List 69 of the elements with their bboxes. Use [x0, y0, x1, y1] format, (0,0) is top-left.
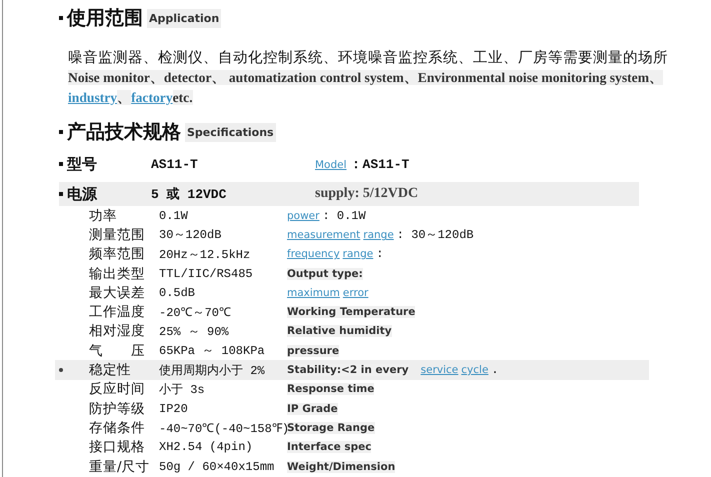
spec-label: 频率范围	[89, 245, 146, 264]
link[interactable]: range	[342, 248, 374, 260]
section-heading: 使用范围	[67, 6, 143, 31]
spec-value: 小于 3s	[159, 382, 206, 398]
link[interactable]: error	[342, 286, 368, 299]
spec-english: Response time	[287, 383, 376, 396]
section-heading: 产品技术规格	[67, 120, 181, 145]
link[interactable]: measurement	[287, 229, 360, 242]
bullet-icon	[59, 192, 63, 196]
description-english: Noise monitor、detector、 automatization control system、Environmental noise monitoring system、 industry、factoryetc.	[68, 69, 664, 107]
spec-english: pressure	[287, 344, 340, 357]
spec-value: 0.1W	[159, 208, 189, 223]
spec-label: 功率	[89, 206, 118, 225]
spec-value: 65KPa ～ 108KPa	[159, 343, 266, 360]
link[interactable]: Model	[315, 159, 347, 171]
spec-english: IP Grade	[287, 402, 339, 415]
spec-label: 气 压	[89, 342, 146, 360]
spec-value: XH2.54 (4pin)	[159, 440, 254, 454]
spec-value: TTL/IIC/RS485	[159, 266, 254, 281]
spec-english: Output type:	[287, 268, 364, 280]
spec-value: AS11-T	[151, 156, 199, 172]
spec-value: 30～120dB	[159, 227, 222, 244]
spec-value: 0.5dB	[159, 286, 196, 300]
spec-english: Storage Range	[287, 422, 376, 434]
spec-label: 工作温度	[89, 303, 146, 322]
spec-english: Weight/Dimension	[287, 460, 396, 472]
spec-english: Stability:<2 in every service cycle .	[287, 363, 500, 378]
spec-english: Working Temperature	[287, 306, 416, 318]
link[interactable]: range	[363, 229, 394, 242]
link[interactable]: service	[420, 364, 458, 376]
bullet-icon	[59, 162, 63, 166]
spec-english: Relative humidity	[287, 325, 393, 338]
link[interactable]: frequency	[287, 248, 340, 260]
bullet-icon	[59, 130, 63, 134]
spec-label: 反应时间	[89, 380, 146, 398]
spec-english: frequency range :	[287, 247, 384, 262]
spec-english: Interface spec	[287, 441, 372, 454]
spec-value: -40~70℃(-40~158℉)	[159, 421, 287, 436]
spec-label: 最大误差	[89, 284, 146, 302]
link[interactable]: factory	[131, 90, 173, 105]
spec-value: IP20	[159, 402, 189, 416]
spec-english: measurement range : 30～120dB	[287, 227, 475, 244]
link[interactable]: industry	[68, 90, 118, 105]
spec-label: 防护等级	[89, 400, 146, 418]
bullet-icon	[59, 16, 63, 20]
spec-label: 接口规格	[89, 438, 146, 456]
spec-label: 稳定性	[89, 361, 132, 380]
spec-value: 25% ～ 90%	[159, 324, 230, 340]
link[interactable]: maximum	[287, 286, 340, 299]
section-subheading: Application	[147, 8, 222, 28]
link[interactable]: cycle	[461, 364, 488, 376]
description-chinese: 噪音监测器、检测仪、自动化控制系统、环境噪音监控系统、工业、厂房等需要测量的场所	[68, 48, 669, 68]
spec-value: 使用周期内小于 2%	[159, 362, 266, 379]
spec-value: 50g / 60×40x15mm	[159, 460, 276, 474]
link[interactable]: power	[287, 210, 320, 222]
spec-english: power : 0.1W	[287, 208, 367, 223]
spec-label: 型号	[67, 154, 98, 174]
spec-value: -20℃～70℃	[159, 305, 232, 322]
section-subheading: Specifications	[185, 122, 276, 142]
spec-label: 相对湿度	[89, 322, 146, 340]
spec-label: 输出类型	[89, 264, 146, 283]
spec-label: 存储条件	[89, 418, 146, 437]
spec-english: Model ：AS11-T	[315, 156, 410, 173]
spec-label: 测量范围	[89, 226, 146, 244]
spec-english: supply: 5/12VDC	[315, 186, 420, 202]
spec-label: 电源	[67, 184, 98, 204]
spec-value: 5 或 12VDC	[151, 186, 228, 203]
spec-value: 20Hz～12.5kHz	[159, 246, 252, 263]
spec-label: 重量/尺寸	[89, 458, 151, 476]
